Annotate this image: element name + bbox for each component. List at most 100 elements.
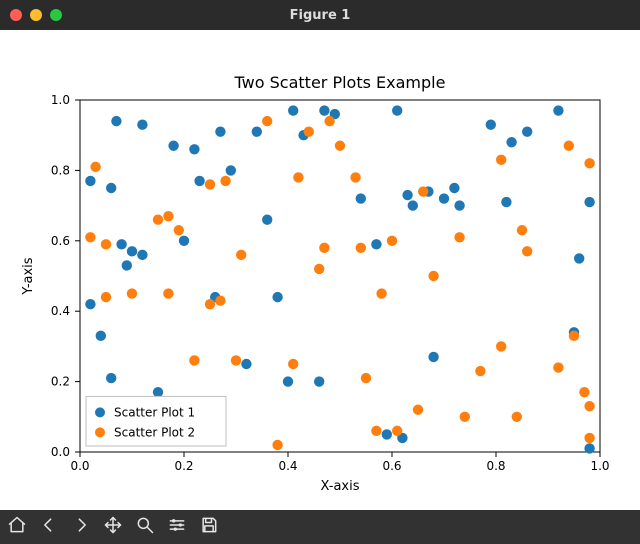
legend-label: Scatter Plot 2 — [114, 425, 195, 439]
app-window: Figure 1 0.00.20.40.60.81.00.00.20.40.60… — [0, 0, 640, 544]
zoom-icon — [135, 515, 155, 539]
data-point — [122, 260, 132, 270]
data-point — [231, 355, 241, 365]
data-point — [449, 183, 459, 193]
data-point — [413, 405, 423, 415]
data-point — [496, 155, 506, 165]
x-tick-label: 0.0 — [70, 459, 89, 473]
data-point — [272, 292, 282, 302]
data-point — [324, 116, 334, 126]
data-point — [137, 250, 147, 260]
data-point — [111, 116, 121, 126]
data-point — [371, 426, 381, 436]
arrow-left-icon — [39, 515, 59, 539]
back-button[interactable] — [34, 512, 64, 542]
window-controls — [10, 9, 62, 21]
pan-button[interactable] — [98, 512, 128, 542]
data-point — [137, 119, 147, 129]
data-point — [454, 232, 464, 242]
data-point — [356, 193, 366, 203]
data-point — [96, 331, 106, 341]
data-point — [304, 126, 314, 136]
minimize-window-button[interactable] — [30, 9, 42, 21]
y-tick-label: 0.0 — [51, 445, 70, 459]
figure-area: 0.00.20.40.60.81.00.00.20.40.60.81.0X-ax… — [0, 30, 640, 510]
data-point — [85, 299, 95, 309]
data-point — [101, 239, 111, 249]
data-point — [262, 116, 272, 126]
y-axis-label: Y-axis — [21, 257, 36, 295]
data-point — [517, 225, 527, 235]
y-tick-label: 0.2 — [51, 375, 70, 389]
data-point — [428, 352, 438, 362]
arrow-right-icon — [71, 515, 91, 539]
data-point — [90, 162, 100, 172]
data-point — [262, 214, 272, 224]
data-point — [168, 141, 178, 151]
data-point — [454, 200, 464, 210]
data-point — [189, 144, 199, 154]
data-point — [205, 299, 215, 309]
data-point — [163, 211, 173, 221]
data-point — [236, 250, 246, 260]
data-point — [569, 331, 579, 341]
data-point — [392, 105, 402, 115]
close-window-button[interactable] — [10, 9, 22, 21]
data-point — [116, 239, 126, 249]
data-point — [584, 433, 594, 443]
data-point — [584, 401, 594, 411]
home-icon — [7, 515, 27, 539]
data-point — [106, 183, 116, 193]
data-point — [241, 359, 251, 369]
legend-label: Scatter Plot 1 — [114, 405, 195, 419]
data-point — [153, 214, 163, 224]
data-point — [564, 141, 574, 151]
data-point — [283, 376, 293, 386]
data-point — [361, 373, 371, 383]
legend-marker — [95, 427, 105, 437]
data-point — [252, 126, 262, 136]
data-point — [387, 236, 397, 246]
data-point — [584, 197, 594, 207]
matplotlib-toolbar — [0, 510, 640, 544]
zoom-button[interactable] — [130, 512, 160, 542]
data-point — [418, 186, 428, 196]
data-point — [288, 359, 298, 369]
data-point — [314, 376, 324, 386]
data-point — [584, 443, 594, 453]
forward-button[interactable] — [66, 512, 96, 542]
data-point — [179, 236, 189, 246]
data-point — [319, 105, 329, 115]
data-point — [272, 440, 282, 450]
x-tick-label: 1.0 — [590, 459, 609, 473]
data-point — [101, 292, 111, 302]
data-point — [319, 243, 329, 253]
home-button[interactable] — [2, 512, 32, 542]
data-point — [174, 225, 184, 235]
window-title: Figure 1 — [0, 8, 640, 23]
data-point — [522, 246, 532, 256]
data-point — [371, 239, 381, 249]
data-point — [106, 373, 116, 383]
data-point — [501, 197, 511, 207]
data-point — [288, 105, 298, 115]
data-point — [428, 271, 438, 281]
maximize-window-button[interactable] — [50, 9, 62, 21]
data-point — [226, 165, 236, 175]
data-point — [486, 119, 496, 129]
sliders-icon — [167, 515, 187, 539]
chart-title: Two Scatter Plots Example — [234, 73, 446, 92]
configure-button[interactable] — [162, 512, 192, 542]
x-tick-label: 0.4 — [278, 459, 297, 473]
legend-marker — [95, 407, 105, 417]
scatter-chart: 0.00.20.40.60.81.00.00.20.40.60.81.0X-ax… — [0, 30, 640, 510]
data-point — [356, 243, 366, 253]
data-point — [475, 366, 485, 376]
titlebar: Figure 1 — [0, 0, 640, 30]
save-button[interactable] — [194, 512, 224, 542]
data-point — [460, 412, 470, 422]
x-tick-label: 0.2 — [174, 459, 193, 473]
data-point — [293, 172, 303, 182]
save-icon — [199, 515, 219, 539]
data-point — [506, 137, 516, 147]
